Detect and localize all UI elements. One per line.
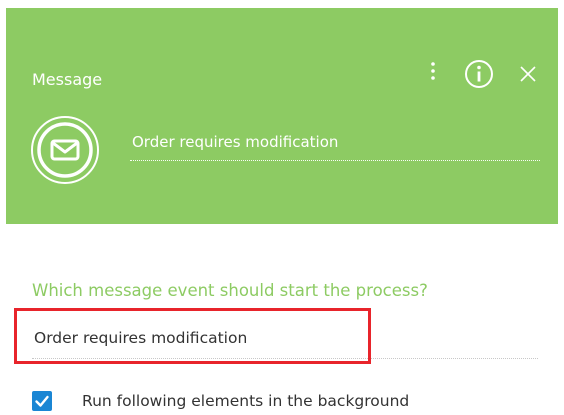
message-element-header: Message Order requires modification bbox=[6, 8, 558, 224]
element-name-value: Order requires modification bbox=[132, 133, 339, 151]
highlight-frame bbox=[14, 308, 371, 364]
background-checkbox[interactable] bbox=[32, 391, 52, 411]
vertical-dots-icon[interactable] bbox=[424, 59, 442, 85]
close-icon[interactable] bbox=[516, 62, 540, 86]
element-name-field[interactable]: Order requires modification bbox=[130, 126, 540, 161]
message-question-label: Which message event should start the pro… bbox=[32, 281, 428, 300]
info-icon[interactable] bbox=[463, 58, 495, 90]
background-checkbox-label: Run following elements in the background bbox=[82, 392, 410, 410]
envelope-icon bbox=[29, 114, 101, 186]
checkmark-icon bbox=[35, 395, 49, 407]
header-title: Message bbox=[32, 70, 103, 89]
